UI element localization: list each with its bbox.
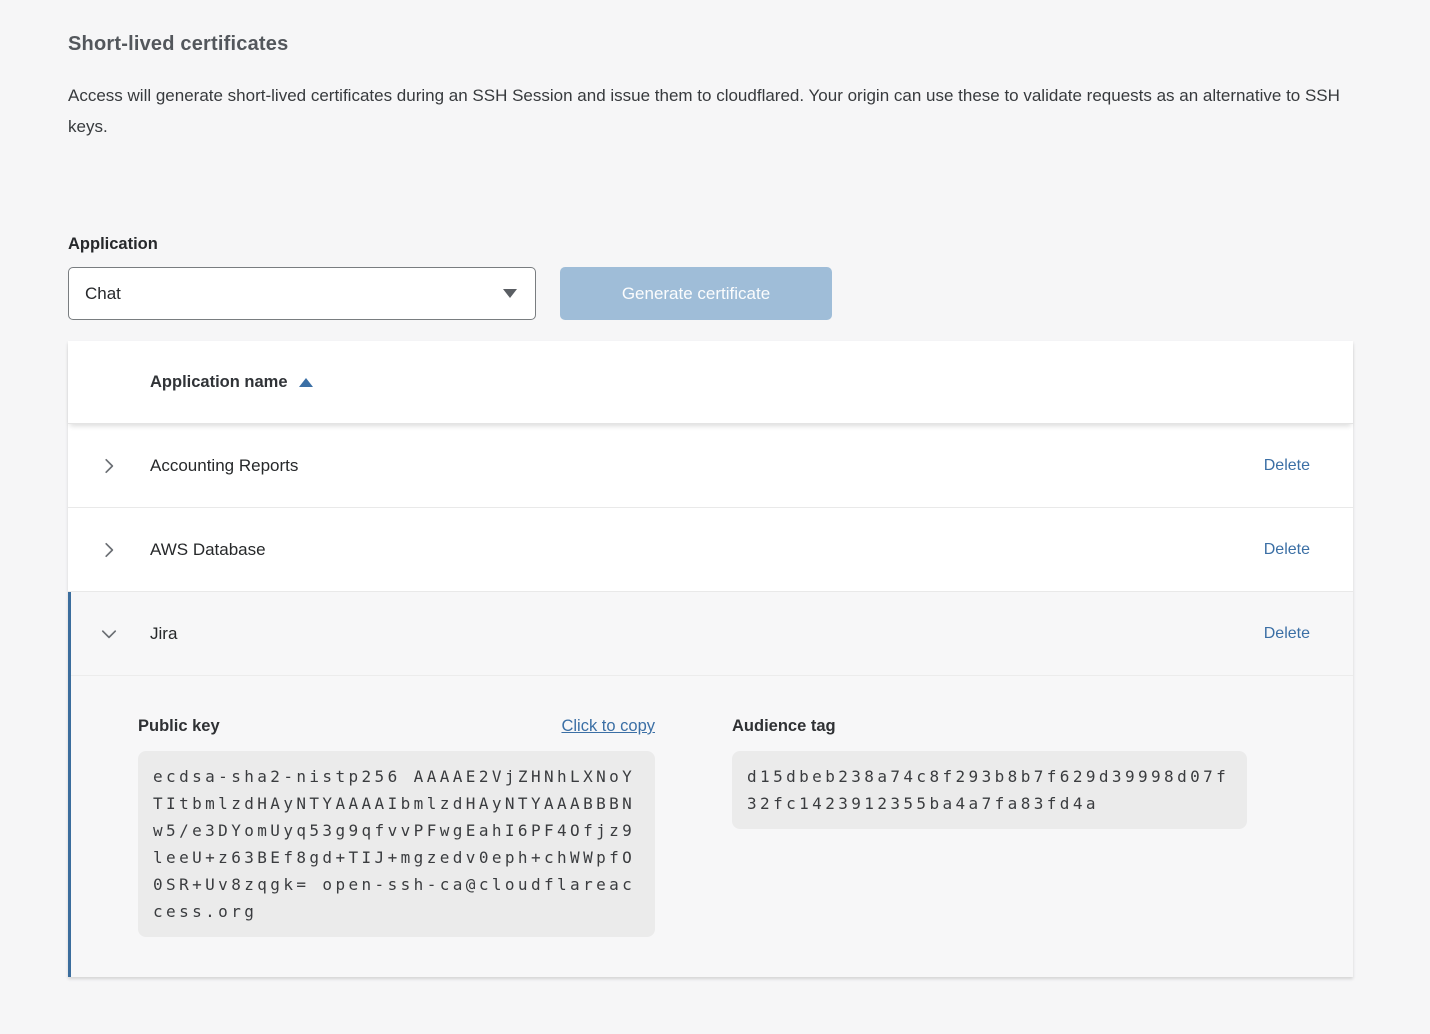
table-row-jira[interactable]: Jira Delete <box>71 592 1353 676</box>
column-header-application-name[interactable]: Application name <box>150 373 313 392</box>
column-header-label: Application name <box>150 373 288 392</box>
short-lived-certificates-section: Short-lived certificates Access will gen… <box>0 0 1430 977</box>
certificate-detail-panel: Public key Click to copy ecdsa-sha2-nist… <box>71 676 1353 977</box>
application-name: Jira <box>150 624 177 644</box>
application-select-value: Chat <box>85 284 121 304</box>
certificates-table: Application name Accounting Reports Dele… <box>68 341 1353 977</box>
page-description: Access will generate short-lived certifi… <box>68 80 1353 142</box>
page-title: Short-lived certificates <box>68 0 1353 56</box>
application-name: AWS Database <box>150 540 266 560</box>
sort-ascending-icon <box>299 378 313 387</box>
chevron-right-icon[interactable] <box>100 457 118 475</box>
public-key-label: Public key <box>138 717 220 736</box>
chevron-right-icon[interactable] <box>100 541 118 559</box>
click-to-copy-link[interactable]: Click to copy <box>561 717 655 736</box>
audience-tag-label: Audience tag <box>732 717 836 736</box>
chevron-down-icon[interactable] <box>100 625 118 643</box>
table-row-aws-database[interactable]: AWS Database Delete <box>68 508 1353 592</box>
delete-link[interactable]: Delete <box>1264 541 1310 559</box>
expanded-row-group-jira: Jira Delete Public key Click to copy ecd… <box>68 592 1353 977</box>
table-row-accounting-reports[interactable]: Accounting Reports Delete <box>68 424 1353 508</box>
delete-link[interactable]: Delete <box>1264 625 1310 643</box>
certificate-form-row: Chat Generate certificate <box>68 267 1353 320</box>
dropdown-arrow-icon <box>503 289 517 298</box>
application-name: Accounting Reports <box>150 456 298 476</box>
audience-tag-column: Audience tag d15dbeb238a74c8f293b8b7f629… <box>732 717 1247 937</box>
application-label: Application <box>68 235 1353 254</box>
public-key-column: Public key Click to copy ecdsa-sha2-nist… <box>138 717 655 937</box>
generate-certificate-button[interactable]: Generate certificate <box>560 267 832 320</box>
audience-tag-value[interactable]: d15dbeb238a74c8f293b8b7f629d39998d07f32f… <box>732 751 1247 829</box>
table-header-row: Application name <box>68 341 1353 424</box>
application-select[interactable]: Chat <box>68 267 536 320</box>
delete-link[interactable]: Delete <box>1264 457 1310 475</box>
public-key-value[interactable]: ecdsa-sha2-nistp256 AAAAE2VjZHNhLXNoYTIt… <box>138 751 655 937</box>
